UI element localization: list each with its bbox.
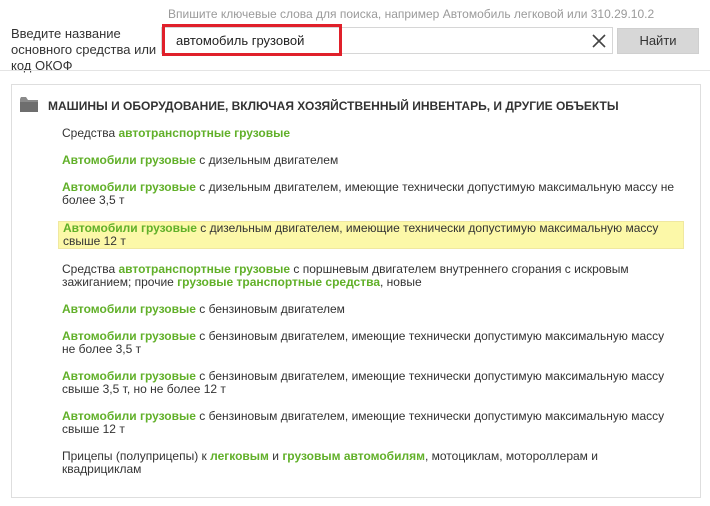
result-item[interactable]: Средства автотранспортные грузовые с пор… <box>58 263 684 289</box>
result-keyword: автотранспортные грузовые <box>118 126 291 140</box>
result-item[interactable]: Автомобили грузовые с дизельным двигател… <box>58 181 684 207</box>
search-hint: Впишите ключевые слова для поиска, напри… <box>168 7 655 21</box>
result-text: с дизельным двигателем <box>195 153 339 167</box>
result-item[interactable]: Автомобили грузовые с бензиновым двигате… <box>58 410 684 436</box>
result-keyword: Автомобили грузовые <box>62 302 196 316</box>
result-text: Средства <box>62 262 119 276</box>
category-title: МАШИНЫ И ОБОРУДОВАНИЕ, ВКЛЮЧАЯ ХОЗЯЙСТВЕ… <box>48 99 619 113</box>
result-keyword: Автомобили грузовые <box>63 221 197 235</box>
result-keyword: Автомобили грузовые <box>62 153 196 167</box>
result-keyword: грузовые транспортные средства <box>177 275 380 289</box>
results-list: Средства автотранспортные грузовые Автомо… <box>58 127 684 490</box>
result-item[interactable]: Автомобили грузовые с бензиновым двигате… <box>58 370 684 396</box>
result-keyword: грузовым автомобилям <box>282 449 425 463</box>
result-keyword: легковым <box>210 449 269 463</box>
result-text: с бензиновым двигателем <box>195 302 345 316</box>
result-text: Прицепы (полуприцепы) к <box>62 449 211 463</box>
search-box[interactable] <box>161 27 613 54</box>
result-text: Средства <box>62 126 119 140</box>
find-button[interactable]: Найти <box>617 28 699 54</box>
result-text: и <box>268 449 283 463</box>
result-keyword: Автомобили грузовые <box>62 409 196 423</box>
result-keyword: автотранспортные грузовые <box>118 262 291 276</box>
search-field-label: Введите название основного средства или … <box>11 26 157 73</box>
result-item[interactable]: Автомобили грузовые с дизельным двигател… <box>58 154 684 167</box>
results-panel: МАШИНЫ И ОБОРУДОВАНИЕ, ВКЛЮЧАЯ ХОЗЯЙСТВЕ… <box>11 84 701 498</box>
close-icon[interactable] <box>589 31 609 51</box>
result-item[interactable]: Прицепы (полуприцепы) к легковым и грузо… <box>58 450 684 476</box>
result-item[interactable]: Автомобили грузовые с дизельным двигател… <box>58 221 684 249</box>
result-keyword: Автомобили грузовые <box>62 329 196 343</box>
result-keyword: Автомобили грузовые <box>62 369 196 383</box>
folder-icon <box>20 97 38 112</box>
result-item[interactable]: Средства автотранспортные грузовые <box>58 127 684 140</box>
result-item[interactable]: Автомобили грузовые с бензиновым двигате… <box>58 330 684 356</box>
search-input[interactable] <box>176 28 556 53</box>
result-text: , новые <box>380 275 422 289</box>
divider <box>0 70 710 71</box>
result-item[interactable]: Автомобили грузовые с бензиновым двигате… <box>58 303 684 316</box>
result-keyword: Автомобили грузовые <box>62 180 196 194</box>
